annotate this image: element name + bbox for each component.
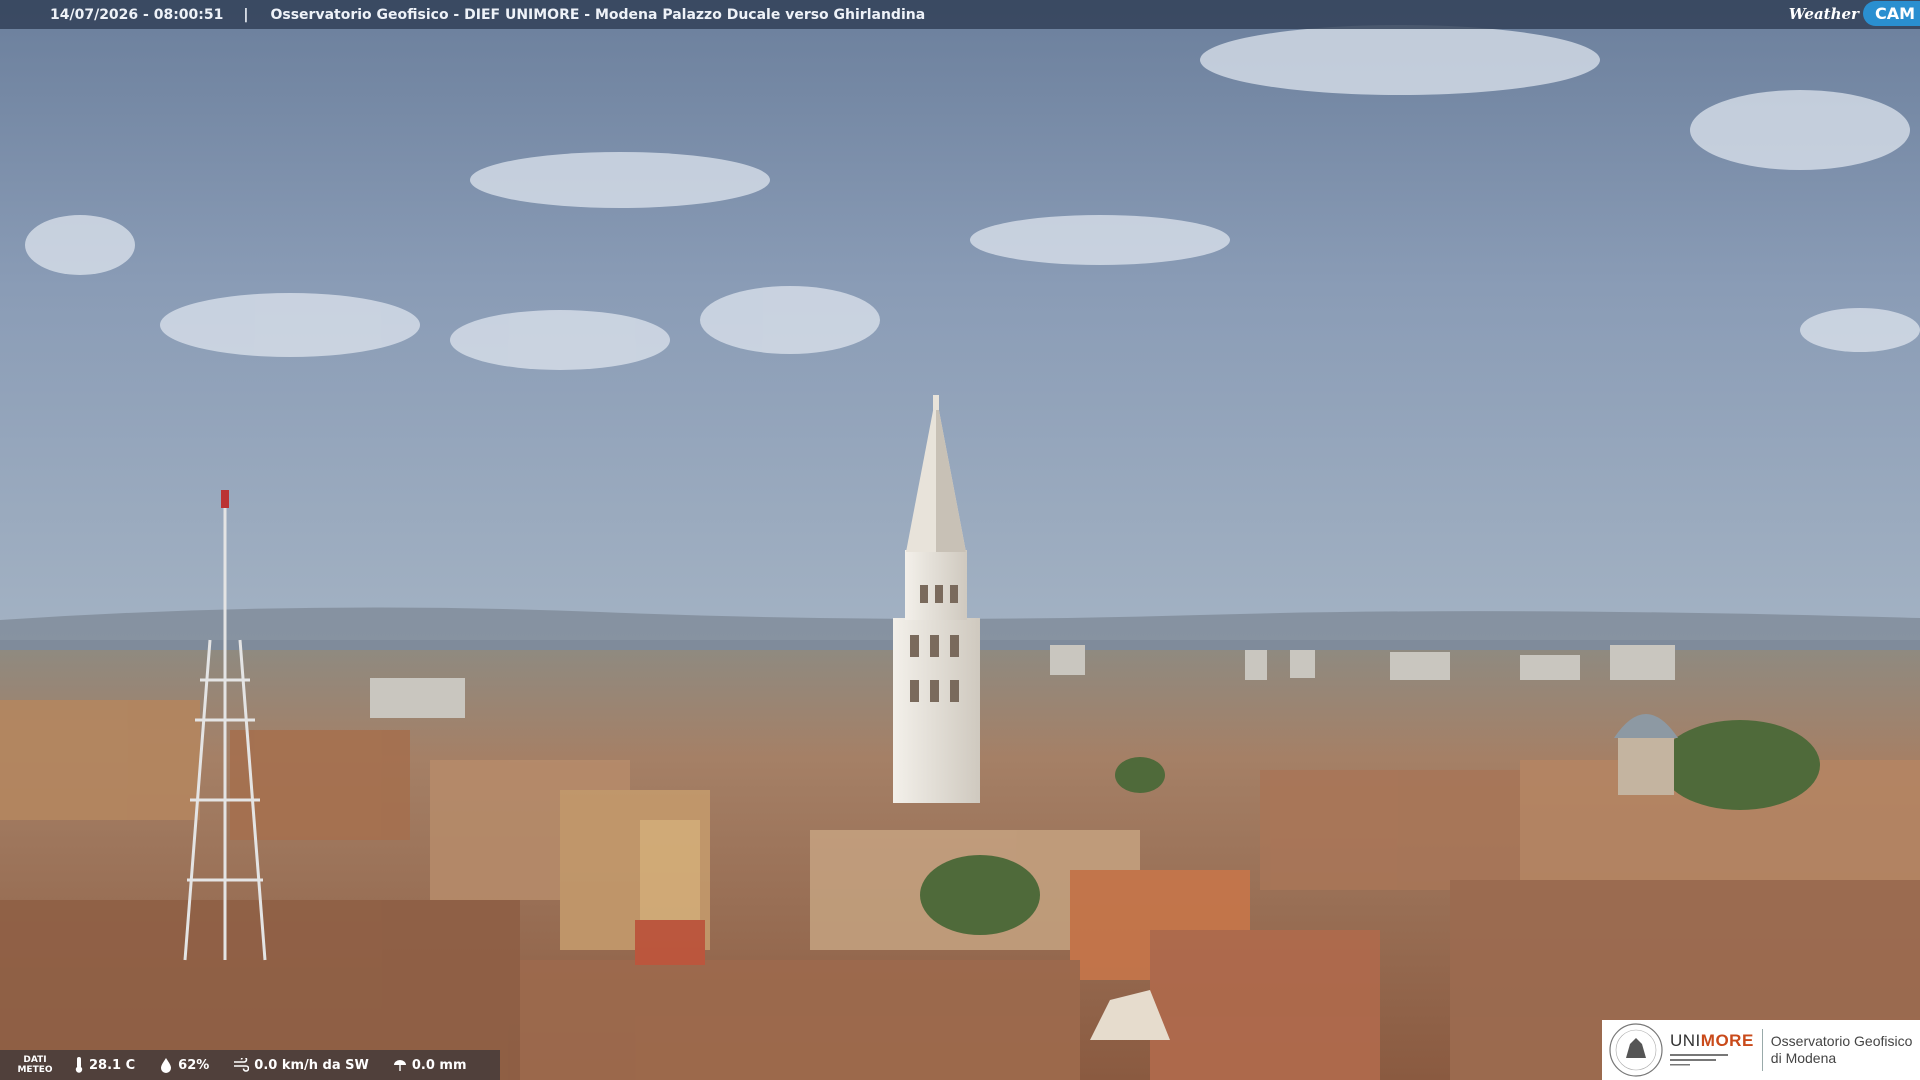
unimore-logo: UNIMORE Osservatorio Geofisico di Modena (1602, 1020, 1920, 1080)
church-dome (1614, 714, 1678, 795)
unimore-wordmark: UNIMORE (1670, 1031, 1754, 1069)
camera-header-bar: 14/07/2026 - 08:00:51 | Osservatorio Geo… (0, 0, 1920, 29)
unimore-subtitle (1670, 1052, 1754, 1069)
wind-icon (233, 1058, 250, 1072)
header-separator: | (243, 6, 249, 23)
rain-icon (393, 1058, 407, 1072)
university-seal-icon (1609, 1023, 1663, 1077)
brand-weather: Weather (1788, 4, 1859, 23)
weathercam-brand: Weather CAM (1789, 0, 1920, 27)
timestamp: 14/07/2026 - 08:00:51 (50, 6, 224, 23)
brand-cam: CAM (1862, 1, 1920, 26)
station-title: Osservatorio Geofisico - DIEF UNIMORE - … (270, 6, 926, 23)
observatory-name: Osservatorio Geofisico di Modena (1770, 1033, 1913, 1066)
wind-reading: 0.0 km/h da SW (233, 1058, 369, 1073)
weather-data-bar: DATI METEO 28.1 C 62% 0.0 km/h da SW 0.0… (0, 1050, 500, 1080)
temperature-reading: 28.1 C (74, 1057, 135, 1073)
humidity-reading: 62% (159, 1057, 209, 1073)
webcam-image (0, 0, 1920, 1080)
weather-label: DATI METEO (17, 1055, 53, 1075)
rain-reading: 0.0 mm (393, 1058, 467, 1073)
humidity-drop-icon (159, 1057, 173, 1073)
logo-divider (1761, 1029, 1763, 1071)
thermometer-icon (74, 1057, 84, 1073)
